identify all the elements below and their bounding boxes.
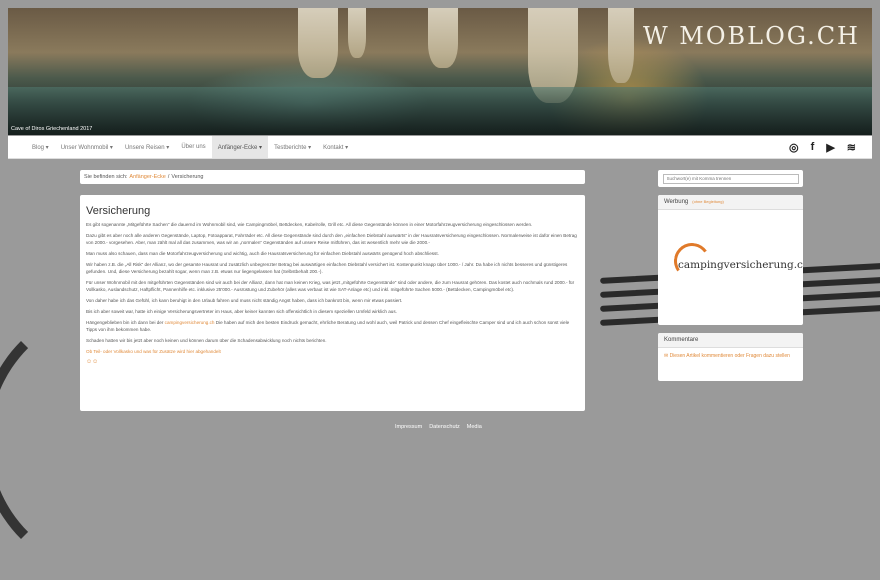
- article-paragraph: Wir haben z.B. die „All Risk“ der Allian…: [86, 262, 568, 274]
- article-paragraph: Bis ich aber soweit war, hatte ich einig…: [86, 309, 397, 314]
- stalactite: [298, 8, 338, 78]
- nav-item-blog[interactable]: Blog ▾: [26, 136, 55, 158]
- footer-link-impressum[interactable]: Impressum: [395, 424, 422, 430]
- search-input[interactable]: [662, 173, 799, 184]
- nav-menu: Blog ▾ Unser Wohnmobil ▾ Unsere Reisen ▾…: [8, 136, 354, 158]
- footer-link-media[interactable]: Media: [467, 424, 482, 430]
- nav-item-kontakt[interactable]: Kontakt ▾: [317, 136, 354, 158]
- article-paragraph: Es gibt sogenannte „Mitgeführte Sachen“ …: [86, 222, 533, 227]
- ad-widget-header: Werbung (ohne Begleitung): [658, 195, 803, 210]
- stalactite: [348, 8, 366, 58]
- stalactite: [428, 8, 458, 68]
- breadcrumb-prefix: Sie befinden sich:: [84, 174, 128, 180]
- ad-widget-title: Werbung: [664, 199, 689, 205]
- nav-item-ueber-uns[interactable]: Über uns: [175, 136, 211, 158]
- water-reflection: [8, 87, 872, 135]
- facebook-icon[interactable]: f: [811, 141, 815, 153]
- article: Versicherung Es gibt sogenannte „Mitgefü…: [80, 195, 585, 411]
- footer-link-datenschutz[interactable]: Datenschutz: [429, 424, 460, 430]
- article-paragraph: Hängengeblieben bin ich dann bei der cam…: [86, 319, 579, 333]
- breadcrumb-link-anfaenger-ecke[interactable]: Anfänger-Ecke: [129, 174, 165, 180]
- article-paragraph: Schaden hatten wir bis jetzt aber noch k…: [86, 338, 327, 343]
- search-widget: [658, 170, 803, 187]
- nav-item-anfaenger-ecke[interactable]: Anfänger-Ecke ▾: [211, 136, 269, 158]
- article-paragraph: Man muss also schauen, dass man die Moto…: [86, 251, 439, 256]
- breadcrumb: Sie befinden sich: Anfänger-Ecke / Versi…: [80, 170, 585, 184]
- nav-item-testberichte[interactable]: Testberichte ▾: [268, 136, 317, 158]
- instagram-icon[interactable]: ◎: [789, 141, 799, 154]
- comments-widget: Kommentare ✉ Diesen Artikel kommentieren…: [658, 333, 803, 381]
- social-links: ◎ f ▶ ≋: [789, 141, 872, 154]
- footer-links: Impressum Datenschutz Media: [395, 424, 482, 430]
- ad-text: campingversicherung.ch: [678, 259, 803, 271]
- breadcrumb-current: Versicherung: [171, 174, 204, 180]
- rss-icon[interactable]: ≋: [847, 141, 856, 154]
- more-info-link[interactable]: Ob Teil- oder Vollkasko und was für Zusä…: [86, 348, 579, 355]
- ad-widget: Werbung (ohne Begleitung) campingversiche…: [658, 195, 803, 325]
- breadcrumb-separator: /: [167, 174, 170, 180]
- nav-item-reisen[interactable]: Unsere Reisen ▾: [119, 136, 175, 158]
- article-paragraph: Von daher habe ich das Gefühl, ich kann …: [86, 298, 403, 303]
- comment-link[interactable]: ✉ Diesen Artikel kommentieren oder Frage…: [658, 348, 803, 365]
- site-logo[interactable]: W MOBLOG.CH: [643, 22, 860, 50]
- article-paragraph: Dazu gibt es aber noch alle anderen Gege…: [86, 233, 577, 245]
- banner-caption: Cave of Diros Griechenland 2017: [11, 126, 93, 132]
- article-paragraph: Für unser Wohnmobil mit den mitgeführten…: [86, 280, 575, 292]
- share-icons[interactable]: ☺☺: [86, 359, 579, 365]
- nav-item-wohnmobil[interactable]: Unser Wohnmobil ▾: [55, 136, 119, 158]
- header-banner: W MOBLOG.CH Cave of Diros Griechenland 2…: [8, 8, 872, 135]
- youtube-icon[interactable]: ▶: [826, 141, 834, 154]
- campingversicherung-link[interactable]: campingversicherung.ch: [165, 320, 215, 325]
- paragraph-text: Hängengeblieben bin ich dann bei der: [86, 320, 165, 325]
- main-nav: Blog ▾ Unser Wohnmobil ▾ Unsere Reisen ▾…: [8, 136, 872, 159]
- stalactite: [608, 8, 634, 83]
- ad-banner[interactable]: campingversicherung.ch: [666, 240, 803, 283]
- page-title: Versicherung: [86, 205, 151, 217]
- comments-header: Kommentare: [658, 333, 803, 348]
- ad-note: (ohne Begleitung): [692, 199, 724, 204]
